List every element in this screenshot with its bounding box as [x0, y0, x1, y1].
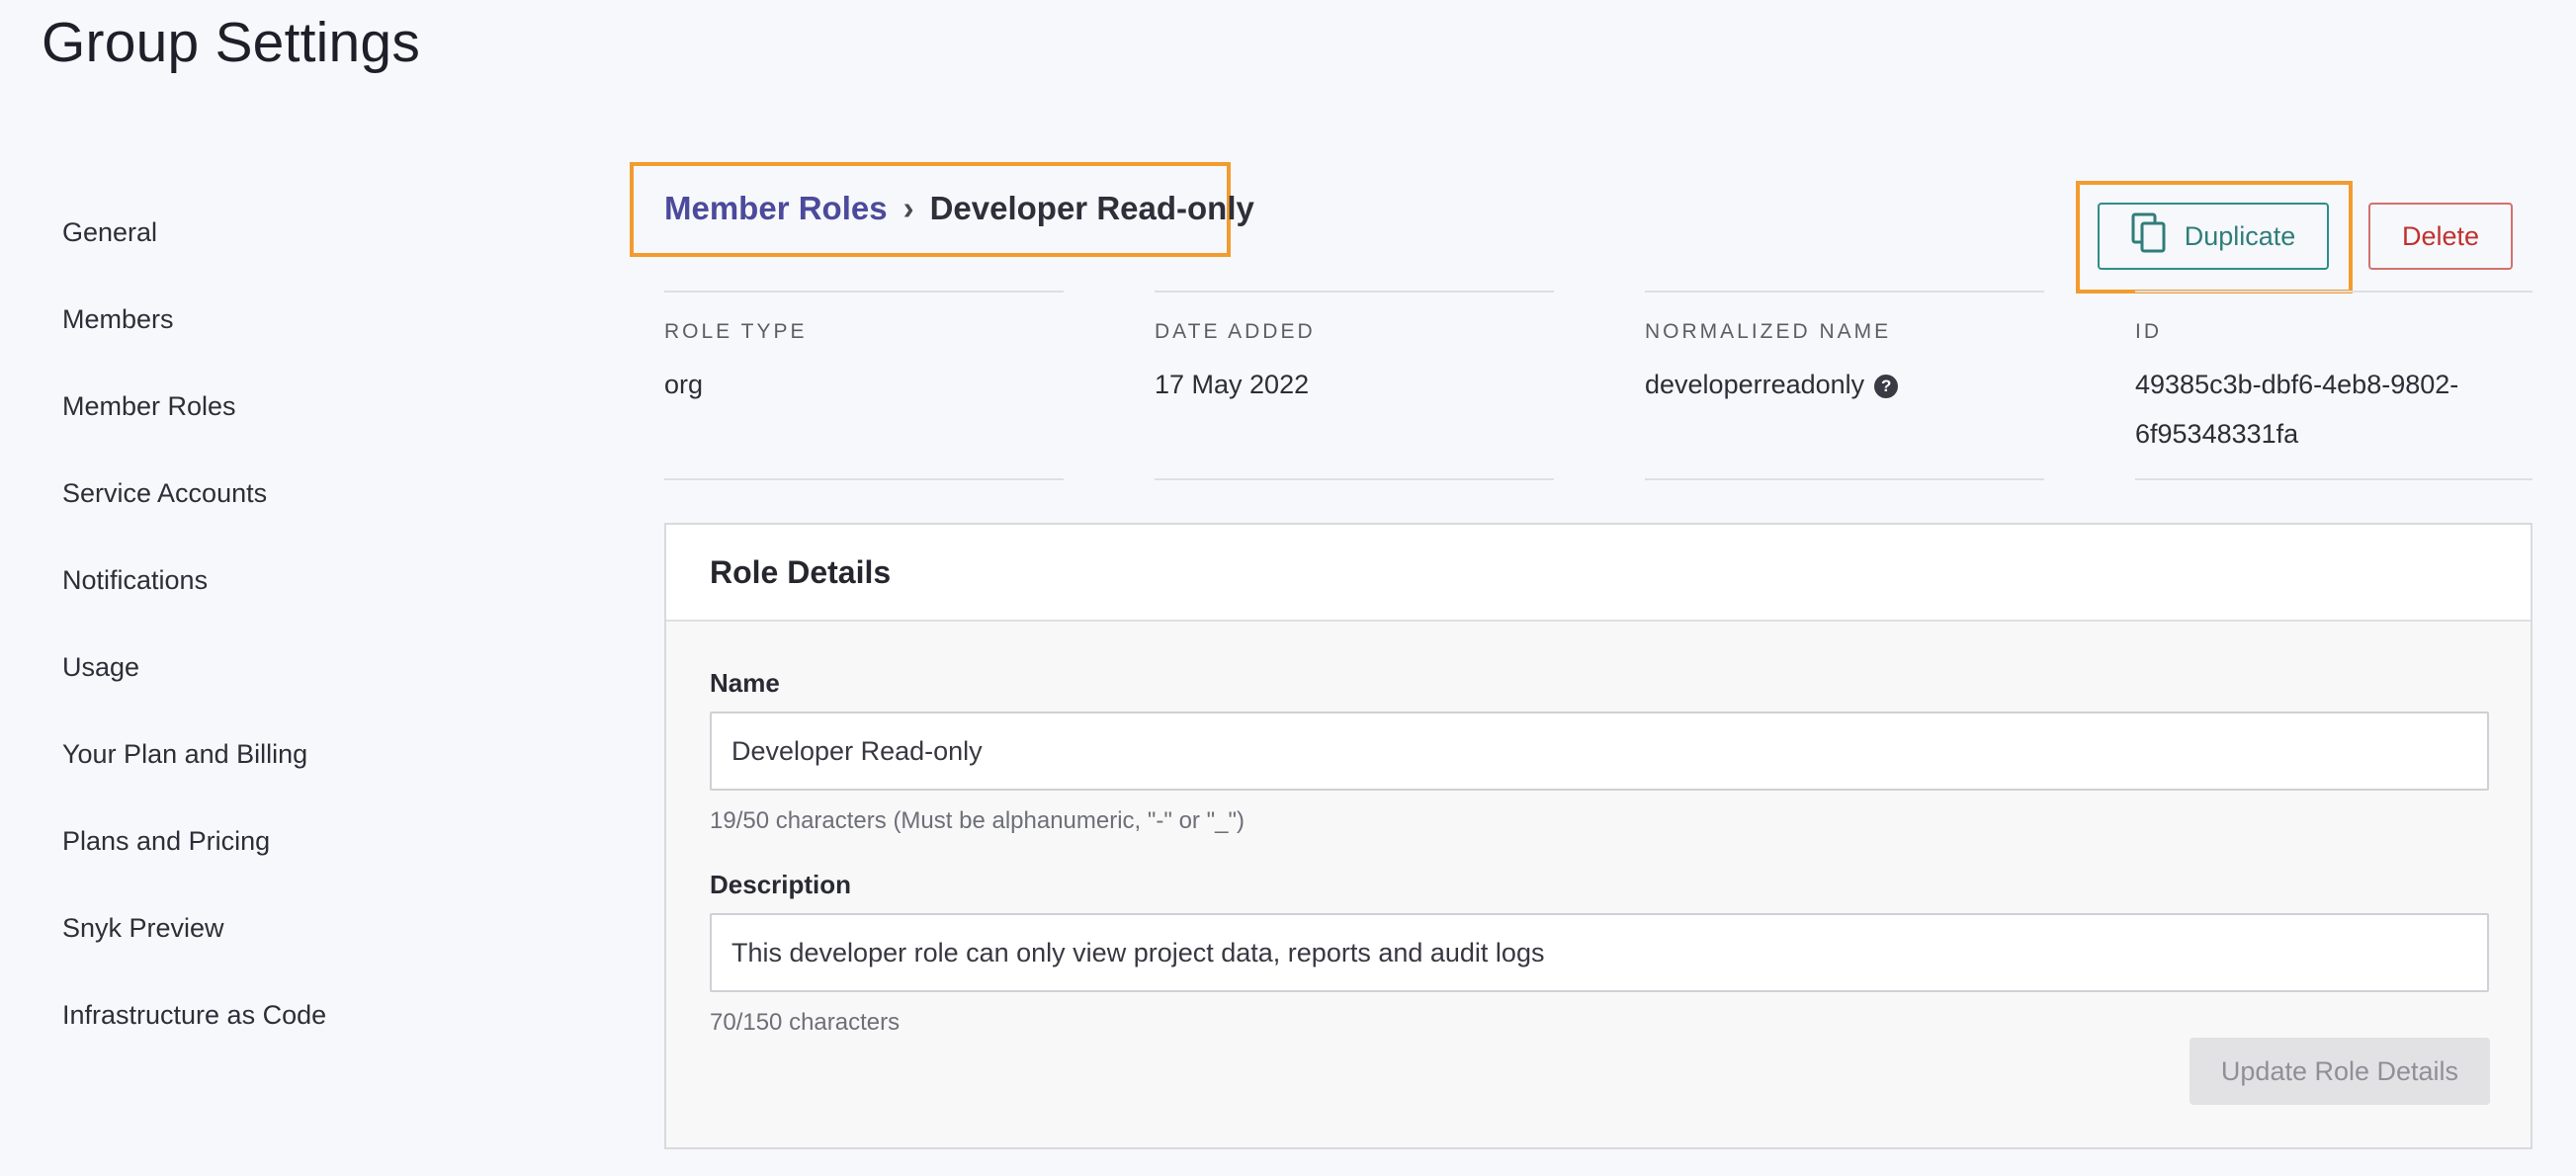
name-field-hint: 19/50 characters (Must be alphanumeric, …	[710, 807, 1245, 834]
meta-normalized-name: NORMALIZED NAME developerreadonly?	[1645, 291, 2044, 480]
sidebar-item-member-roles[interactable]: Member Roles	[62, 372, 576, 459]
page-title: Group Settings	[42, 11, 421, 74]
role-details-card: Role Details Name 19/50 characters (Must…	[664, 523, 2533, 1149]
breadcrumb-current: Developer Read-only	[929, 190, 1254, 226]
main-content: Member Roles › Developer Read-only Dupli…	[630, 158, 2533, 1176]
copy-icon	[2131, 212, 2167, 261]
id-value-line2: 6f95348331fa	[2135, 419, 2299, 449]
delete-button[interactable]: Delete	[2368, 203, 2513, 270]
description-field-label: Description	[710, 870, 852, 899]
date-added-value: 17 May 2022	[1155, 370, 1310, 399]
settings-sidebar: General Members Member Roles Service Acc…	[62, 198, 576, 1067]
duplicate-button[interactable]: Duplicate	[2098, 203, 2329, 270]
meta-role-type: ROLE TYPE org	[664, 291, 1064, 480]
sidebar-item-plan-billing[interactable]: Your Plan and Billing	[62, 719, 576, 806]
question-circle-icon[interactable]: ?	[1874, 374, 1899, 398]
sidebar-item-general[interactable]: General	[62, 198, 576, 285]
role-details-title: Role Details	[666, 525, 2531, 622]
meta-date-added: DATE ADDED 17 May 2022	[1155, 291, 1554, 480]
date-added-label: DATE ADDED	[1155, 320, 1316, 343]
duplicate-label: Duplicate	[2184, 220, 2296, 251]
description-field-hint: 70/150 characters	[710, 1009, 901, 1036]
update-role-details-button[interactable]: Update Role Details	[2190, 1038, 2490, 1105]
id-value-line1: 49385c3b-dbf6-4eb8-9802-	[2135, 370, 2459, 399]
sidebar-item-members[interactable]: Members	[62, 285, 576, 372]
name-field[interactable]	[710, 712, 2489, 791]
breadcrumb: Member Roles › Developer Read-only	[664, 184, 1254, 233]
id-label: ID	[2135, 320, 2162, 343]
normalized-name-row: developerreadonly?	[1645, 360, 1899, 409]
sidebar-item-infrastructure-as-code[interactable]: Infrastructure as Code	[62, 980, 576, 1067]
sidebar-item-notifications[interactable]: Notifications	[62, 546, 576, 632]
id-value: 49385c3b-dbf6-4eb8-9802- 6f95348331fa	[2135, 360, 2458, 459]
description-field[interactable]	[710, 913, 2489, 992]
breadcrumb-separator: ›	[902, 190, 914, 226]
meta-id: ID 49385c3b-dbf6-4eb8-9802- 6f95348331fa	[2135, 291, 2533, 480]
normalized-name-label: NORMALIZED NAME	[1645, 320, 1892, 343]
sidebar-item-service-accounts[interactable]: Service Accounts	[62, 459, 576, 546]
role-type-label: ROLE TYPE	[664, 320, 808, 343]
normalized-name-value: developerreadonly	[1645, 370, 1865, 399]
role-type-value: org	[664, 370, 704, 399]
breadcrumb-link-member-roles[interactable]: Member Roles	[664, 190, 888, 227]
name-field-label: Name	[710, 668, 780, 698]
sidebar-item-usage[interactable]: Usage	[62, 632, 576, 719]
sidebar-item-plans-pricing[interactable]: Plans and Pricing	[62, 806, 576, 893]
sidebar-item-snyk-preview[interactable]: Snyk Preview	[62, 893, 576, 980]
